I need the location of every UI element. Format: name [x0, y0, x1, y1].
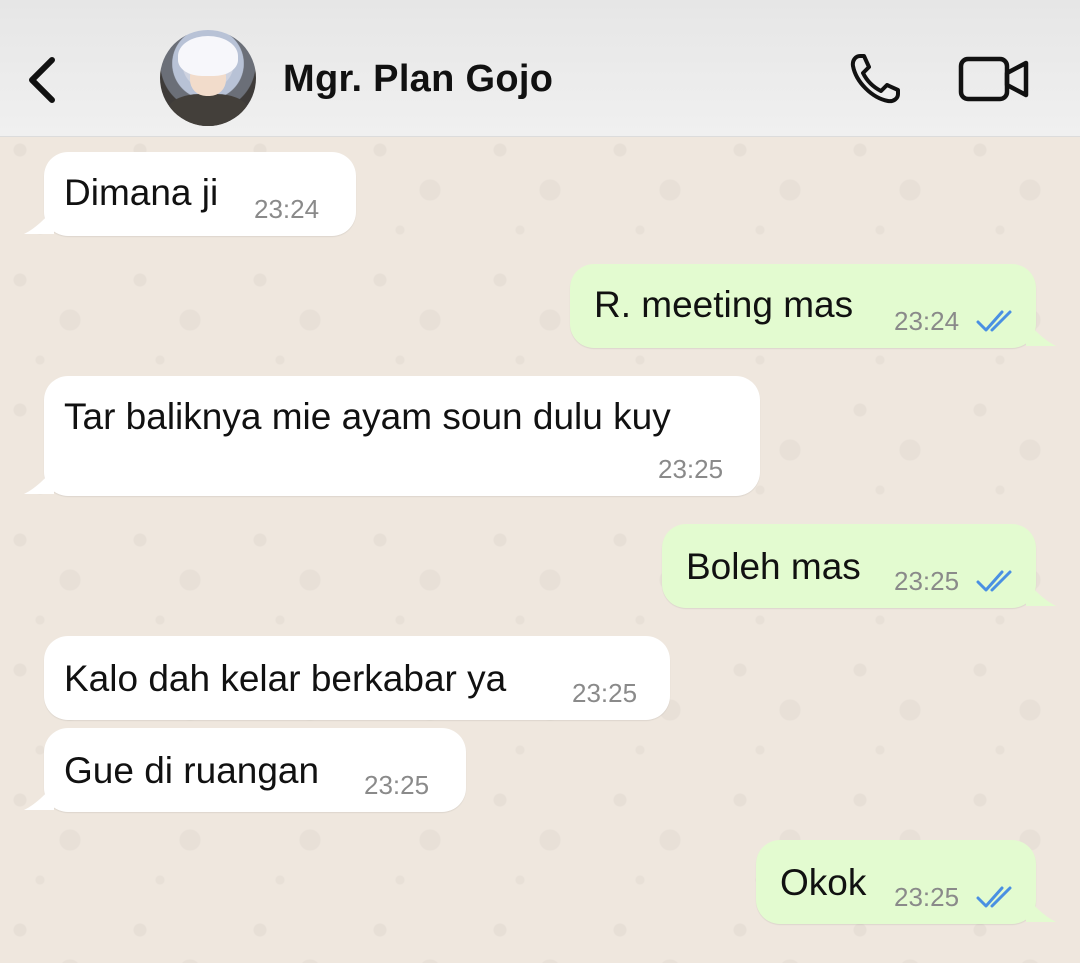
- read-receipt-icon: [976, 310, 1012, 332]
- voice-call-button[interactable]: [846, 50, 904, 108]
- video-call-button[interactable]: [958, 56, 1030, 102]
- bubble-tail: [24, 784, 54, 810]
- read-receipt-icon: [976, 886, 1012, 908]
- message-time: 23:25: [658, 454, 724, 484]
- phone-icon: [850, 54, 900, 104]
- video-camera-icon: [958, 56, 1029, 102]
- message-text: Tar baliknya mie ayam soun dulu kuy: [64, 396, 671, 437]
- contact-name[interactable]: Mgr. Plan Gojo: [283, 58, 553, 101]
- bubble-tail: [24, 208, 54, 234]
- avatar[interactable]: [160, 30, 256, 126]
- chevron-left-icon: [29, 57, 55, 103]
- chat-header: Mgr. Plan Gojo: [0, 0, 1080, 137]
- message-bubble-outgoing[interactable]: Boleh mas 23:25: [662, 524, 1036, 608]
- message-text: Kalo dah kelar berkabar ya: [64, 658, 507, 699]
- message-time: 23:25: [364, 770, 430, 800]
- message-text: Gue di ruangan: [64, 750, 320, 791]
- bubble-tail: [1026, 320, 1056, 346]
- message-bubble-outgoing[interactable]: Okok 23:25: [756, 840, 1036, 924]
- back-button[interactable]: [22, 50, 62, 110]
- bubble-tail: [1026, 896, 1056, 922]
- message-time: 23:25: [572, 678, 638, 708]
- bubble-tail: [24, 468, 54, 494]
- message-text: Okok: [780, 862, 867, 903]
- message-time: 23:24: [254, 194, 320, 224]
- message-text: Boleh mas: [686, 546, 861, 587]
- message-bubble-outgoing[interactable]: R. meeting mas 23:24: [570, 264, 1036, 348]
- read-receipt-icon: [976, 570, 1012, 592]
- message-bubble-incoming[interactable]: Tar baliknya mie ayam soun dulu kuy 23:2…: [44, 376, 760, 496]
- message-bubble-incoming[interactable]: Gue di ruangan 23:25: [44, 728, 466, 812]
- message-bubble-incoming[interactable]: Dimana ji 23:24: [44, 152, 356, 236]
- message-bubble-incoming[interactable]: Kalo dah kelar berkabar ya 23:25: [44, 636, 670, 720]
- message-time: 23:25: [894, 566, 960, 596]
- message-text: Dimana ji: [64, 172, 219, 213]
- message-text: R. meeting mas: [594, 284, 854, 325]
- message-time: 23:25: [894, 882, 960, 912]
- bubble-tail: [1026, 580, 1056, 606]
- message-time: 23:24: [894, 306, 960, 336]
